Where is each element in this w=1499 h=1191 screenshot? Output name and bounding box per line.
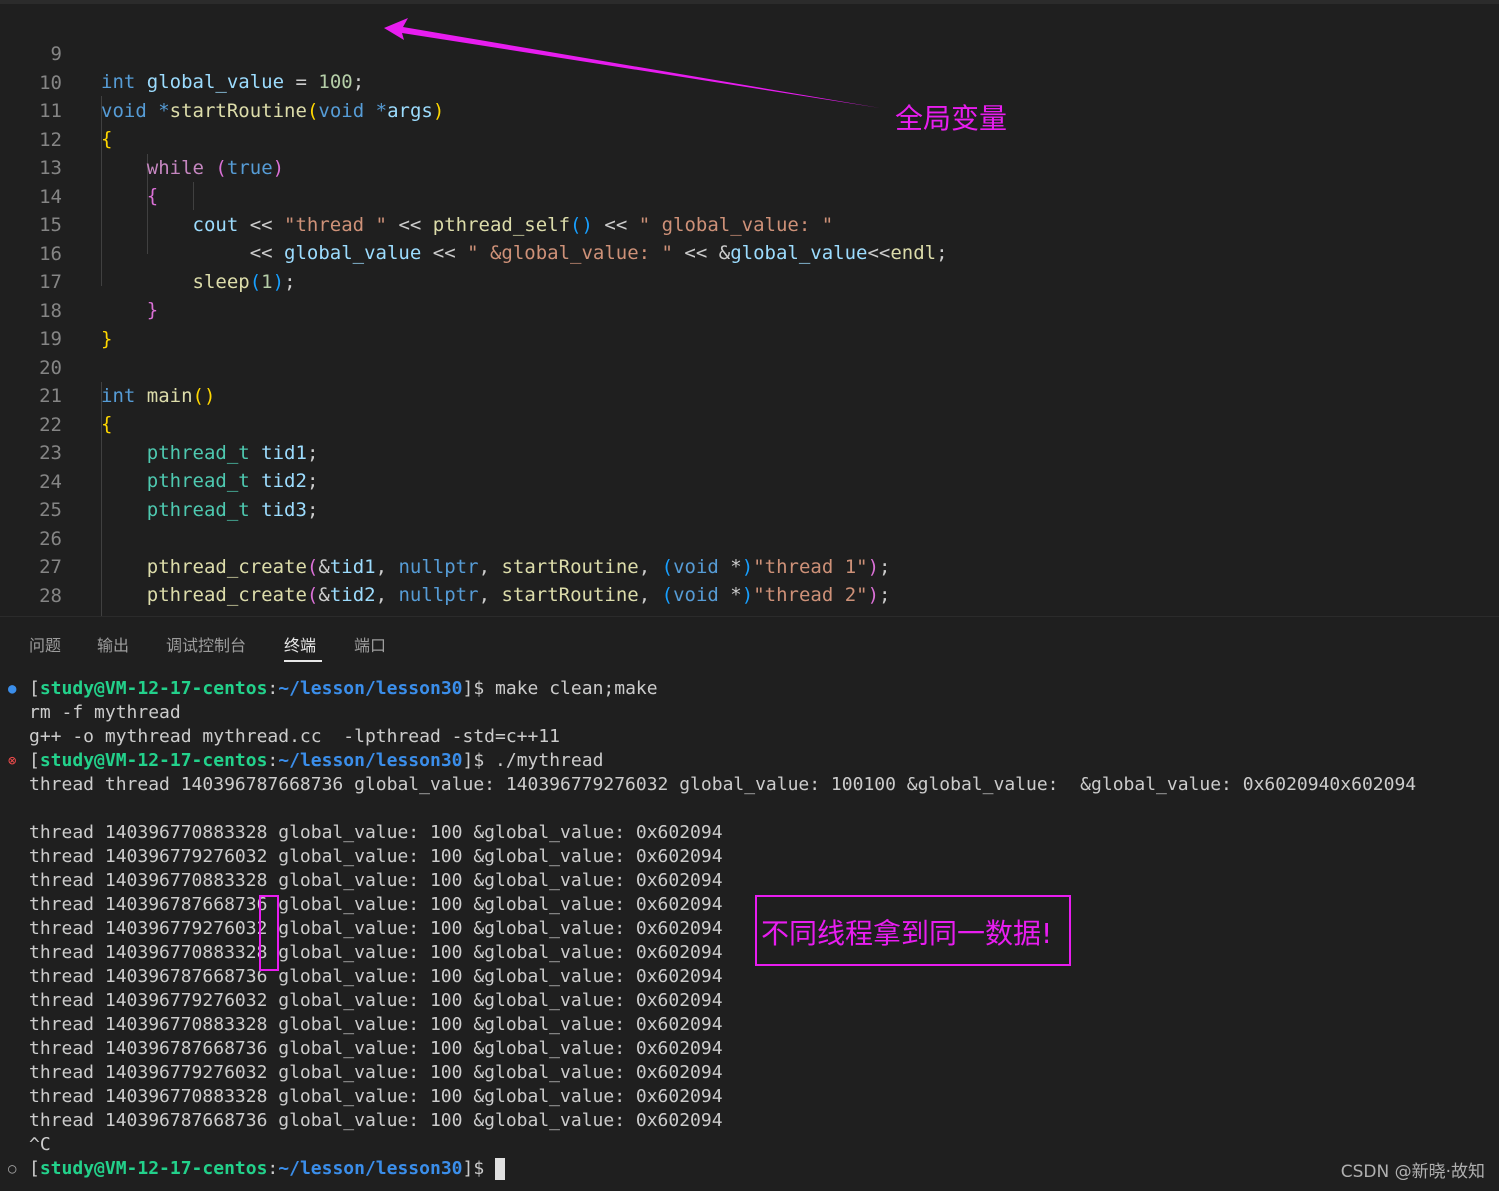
annotation-global-var-label: 全局变量: [895, 102, 1008, 135]
tab-output[interactable]: 输出: [97, 632, 129, 656]
terminal-output-line: ^C: [29, 1134, 51, 1155]
code-line[interactable]: 24 pthread_t tid3;: [0, 440, 1499, 521]
terminal-output-line: thread 140396770883328 global_value: 100…: [29, 870, 723, 891]
tab-terminal[interactable]: 终端: [284, 632, 316, 656]
annotation-same-data-label: 不同线程拿到同一数据!: [761, 917, 1053, 950]
terminal-prompt-line[interactable]: [study@VM-12-17-centos:~/lesson/lesson30…: [29, 1157, 506, 1181]
terminal-output-line: g++ -o mythread mythread.cc -lpthread -s…: [29, 726, 561, 747]
tab-ports[interactable]: 端口: [354, 632, 386, 656]
terminal-output-line: thread 140396787668736 global_value: 100…: [29, 966, 723, 987]
code-line[interactable]: 21 {: [0, 354, 1499, 435]
code-line[interactable]: 29: [0, 582, 1499, 635]
code-line[interactable]: 20 int main(): [0, 326, 1499, 407]
annotation-highlight-box: [259, 895, 279, 971]
terminal-output-line: thread 140396770883328 global_value: 100…: [29, 942, 723, 963]
code-line[interactable]: 22 pthread_t tid1;: [0, 383, 1499, 464]
terminal-output-line: rm -f mythread: [29, 702, 181, 723]
terminal-output-line: thread thread 140396787668736 global_val…: [29, 774, 1417, 795]
terminal-output-line: thread 140396770883328 global_value: 100…: [29, 1086, 723, 1107]
terminal-output-line: thread 140396779276032 global_value: 100…: [29, 1062, 723, 1083]
code-line[interactable]: 23 pthread_t tid2;: [0, 411, 1499, 492]
command-success-dot-icon[interactable]: ●: [8, 677, 16, 701]
terminal-prompt-line: [study@VM-12-17-centos:~/lesson/lesson30…: [29, 678, 658, 699]
code-line[interactable]: 25: [0, 468, 1499, 521]
terminal-cursor: [495, 1158, 506, 1180]
active-tab-indicator: [284, 660, 322, 662]
code-line[interactable]: 16 sleep(1);: [0, 212, 1499, 293]
terminal-output-line: thread 140396787668736 global_value: 100…: [29, 1110, 723, 1131]
terminal-output-line: thread 140396770883328 global_value: 100…: [29, 1014, 723, 1035]
code-line[interactable]: 27 pthread_create(&tid2, nullptr, startR…: [0, 525, 1499, 606]
code-line[interactable]: 17 }: [0, 240, 1499, 321]
tab-debug-console[interactable]: 调试控制台: [166, 632, 246, 656]
code-line[interactable]: 19: [0, 297, 1499, 350]
annotation-arrow: [384, 18, 880, 108]
panel-tabs: 问题 输出 调试控制台 终端 端口: [0, 618, 1499, 668]
terminal-output-line: thread 140396787668736 global_value: 100…: [29, 894, 723, 915]
terminal-output-line: thread 140396779276032 global_value: 100…: [29, 918, 723, 939]
terminal-output-line: thread 140396770883328 global_value: 100…: [29, 822, 723, 843]
tab-problems[interactable]: 问题: [29, 632, 61, 656]
command-pending-circle-icon[interactable]: ○: [8, 1157, 16, 1181]
code-line[interactable]: 28 pthread_create(&tid3, nullptr, startR…: [0, 554, 1499, 635]
terminal-output-line: thread 140396779276032 global_value: 100…: [29, 990, 723, 1011]
code-line[interactable]: 18 }: [0, 269, 1499, 350]
terminal-prompt-line: [study@VM-12-17-centos:~/lesson/lesson30…: [29, 750, 604, 771]
code-line[interactable]: 26 pthread_create(&tid1, nullptr, startR…: [0, 497, 1499, 578]
terminal-output-line: thread 140396787668736 global_value: 100…: [29, 1038, 723, 1059]
code-line[interactable]: 15 << global_value << " &global_value: "…: [0, 183, 1499, 264]
terminal-output-line: thread 140396779276032 global_value: 100…: [29, 846, 723, 867]
code-line[interactable]: 14 cout << "thread " << pthread_self() <…: [0, 155, 1499, 236]
watermark: CSDN @新晓·故知: [1340, 1162, 1485, 1182]
command-error-icon[interactable]: ⊗: [8, 749, 16, 773]
